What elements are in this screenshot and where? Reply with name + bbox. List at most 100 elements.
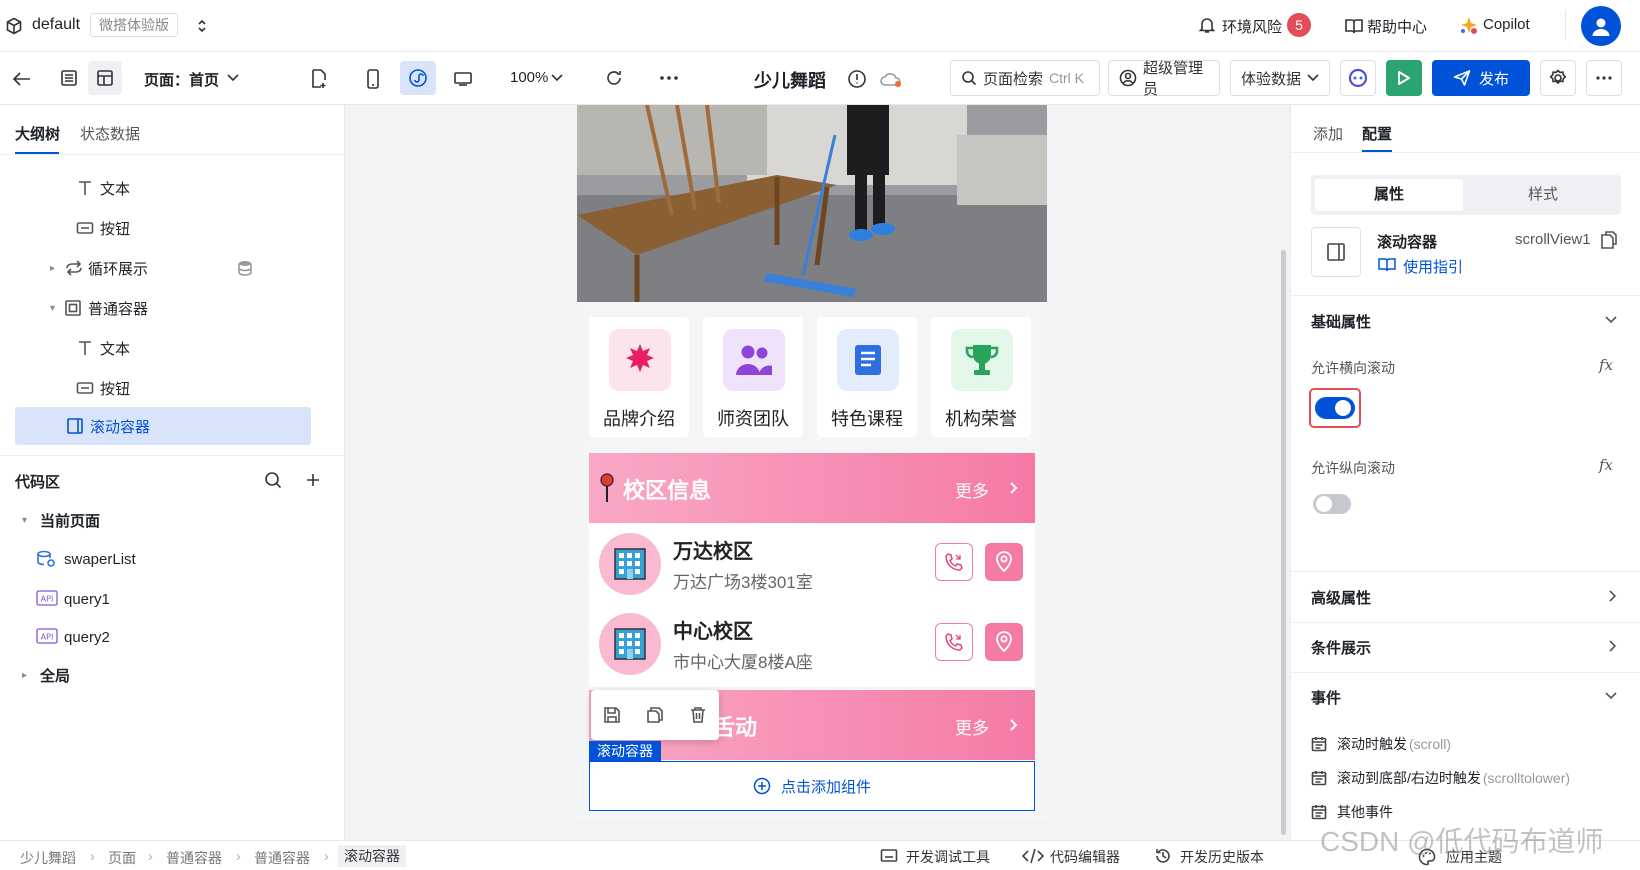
outline-view-icon[interactable] [52, 61, 86, 95]
refresh-icon[interactable] [603, 67, 625, 89]
caret-down-icon[interactable]: ▾ [50, 303, 55, 314]
role-button[interactable]: 超级管理员 [1108, 60, 1220, 98]
conditional-section[interactable]: 条件展示 [1291, 622, 1640, 670]
code-item-query2[interactable]: API query2 [0, 619, 345, 655]
chevron-down-icon[interactable] [1605, 316, 1617, 324]
add-icon[interactable] [302, 469, 324, 491]
breadcrumb-current[interactable]: 滚动容器 [338, 845, 406, 867]
breadcrumb-item[interactable]: 普通容器 [166, 848, 222, 868]
tree-node-text[interactable]: 文本 [0, 330, 345, 366]
tab-add[interactable]: 添加 [1313, 123, 1343, 144]
nav-item-teachers[interactable]: 师资团队 [703, 317, 803, 437]
search-icon[interactable] [262, 469, 284, 491]
info-icon[interactable] [846, 68, 868, 90]
fx-icon[interactable]: fx [1599, 456, 1613, 474]
code-item-swaperlist[interactable]: swaperList [0, 541, 345, 577]
campus-item[interactable]: 中心校区 市中心大厦8楼A座 [589, 605, 1035, 687]
caret-right-icon[interactable]: ▸ [50, 263, 55, 274]
code-item-query1[interactable]: API query1 [0, 581, 345, 617]
campus-more-link[interactable]: 更多 [955, 477, 989, 502]
chevron-right-icon[interactable] [1009, 481, 1018, 495]
zoom-level[interactable]: 100% [510, 69, 548, 86]
copilot-link[interactable]: Copilot [1483, 16, 1530, 33]
save-icon[interactable] [603, 706, 621, 724]
event-item-scroll[interactable]: 滚动时触发 (scroll) [1311, 733, 1451, 755]
chevron-down-icon[interactable] [550, 71, 564, 85]
copy-icon[interactable] [646, 706, 664, 724]
tree-node-scroll-container[interactable]: 滚动容器 [0, 408, 345, 444]
more-menu-button[interactable] [1586, 60, 1622, 96]
layout-view-icon[interactable] [88, 61, 122, 95]
code-area-title: 代码区 [15, 474, 61, 491]
events-title[interactable]: 事件 [1311, 687, 1341, 708]
navigate-button[interactable] [985, 623, 1023, 661]
settings-button[interactable] [1540, 60, 1576, 96]
tree-node-button[interactable]: 按钮 [0, 210, 345, 246]
workspace-name[interactable]: default [32, 16, 80, 34]
call-button[interactable] [935, 543, 973, 581]
book-icon[interactable] [1343, 15, 1365, 37]
desktop-device-icon[interactable] [452, 68, 474, 90]
allow-vertical-switch[interactable] [1313, 494, 1351, 514]
fx-icon[interactable]: fx [1599, 356, 1613, 374]
history-button[interactable]: 开发历史版本 [1180, 847, 1264, 867]
chevron-right-icon[interactable] [1009, 718, 1018, 732]
tree-node-container[interactable]: ▾ 普通容器 [0, 290, 345, 326]
nav-item-honors[interactable]: 机构荣誉 [931, 317, 1031, 437]
env-risk-label[interactable]: 环境风险 [1222, 16, 1282, 37]
mobile-device-icon[interactable] [362, 68, 384, 90]
allow-horizontal-switch[interactable] [1315, 397, 1355, 419]
devtools-button[interactable]: 开发调试工具 [906, 847, 990, 867]
basic-props-title[interactable]: 基础属性 [1311, 311, 1371, 332]
page-selector[interactable]: 页面：首页 [144, 69, 219, 90]
phone-preview[interactable]: 品牌介绍 师资团队 特色课程 机构荣誉 校区信息 更多 万达校区 万达广场3楼3… [577, 105, 1047, 820]
tab-config[interactable]: 配置 [1362, 123, 1392, 144]
activity-more-link[interactable]: 更多 [955, 714, 989, 739]
data-source-select[interactable]: 体验数据 [1230, 60, 1330, 96]
nav-item-brand[interactable]: 品牌介绍 [589, 317, 689, 437]
event-item-scrolltolower[interactable]: 滚动到底部/右边时触发 (scrolltolower) [1311, 767, 1570, 789]
call-button[interactable] [935, 623, 973, 661]
chevron-down-icon[interactable] [1605, 692, 1617, 700]
add-page-icon[interactable] [308, 68, 330, 90]
switch-workspace-icon[interactable] [194, 16, 210, 36]
bell-icon[interactable] [1196, 14, 1218, 36]
breadcrumb-item[interactable]: 普通容器 [254, 848, 310, 868]
tree-node-text[interactable]: 文本 [0, 170, 345, 206]
code-group-current-page[interactable]: ▾ 当前页面 [0, 502, 345, 538]
breadcrumb-item[interactable]: 少儿舞蹈 [20, 848, 76, 868]
copilot-icon[interactable] [1458, 15, 1480, 37]
avatar[interactable] [1581, 6, 1621, 46]
campus-item[interactable]: 万达校区 万达广场3楼301室 [589, 523, 1035, 605]
chevron-down-icon[interactable] [226, 71, 240, 85]
preview-button[interactable] [1386, 60, 1422, 96]
help-center-link[interactable]: 帮助中心 [1367, 16, 1427, 37]
nav-item-courses[interactable]: 特色课程 [817, 317, 917, 437]
canvas-scrollbar[interactable] [1281, 250, 1286, 835]
seg-properties[interactable]: 属性 [1315, 179, 1463, 211]
tree-node-button[interactable]: 按钮 [0, 370, 345, 406]
add-component-placeholder[interactable]: 点击添加组件 [589, 761, 1035, 811]
advanced-props-section[interactable]: 高级属性 [1291, 571, 1640, 619]
usage-guide-link[interactable]: 使用指引 [1403, 256, 1463, 277]
code-group-global[interactable]: ▸ 全局 [0, 657, 345, 693]
miniprogram-device-icon[interactable] [400, 61, 436, 95]
publish-button[interactable]: 发布 [1432, 60, 1530, 96]
breadcrumb-item[interactable]: 页面 [108, 848, 136, 868]
delete-icon[interactable] [689, 706, 707, 724]
code-editor-button[interactable]: 代码编辑器 [1050, 847, 1120, 867]
ai-assistant-button[interactable] [1340, 60, 1376, 96]
back-arrow-icon[interactable] [10, 68, 34, 90]
navigate-button[interactable] [985, 543, 1023, 581]
caret-down-icon[interactable]: ▾ [22, 515, 27, 526]
tab-state-data[interactable]: 状态数据 [80, 123, 140, 144]
tab-outline[interactable]: 大纲树 [15, 123, 60, 144]
cloud-sync-icon[interactable] [878, 69, 904, 89]
copy-icon[interactable] [1601, 231, 1617, 249]
tree-node-loop[interactable]: ▸ 循环展示 [0, 250, 345, 286]
page-search-button[interactable]: 页面检索 Ctrl K [950, 60, 1100, 96]
more-icon[interactable] [656, 67, 682, 89]
component-action-toolbar [591, 690, 719, 740]
caret-right-icon[interactable]: ▸ [22, 670, 27, 681]
seg-style[interactable]: 样式 [1469, 179, 1617, 211]
